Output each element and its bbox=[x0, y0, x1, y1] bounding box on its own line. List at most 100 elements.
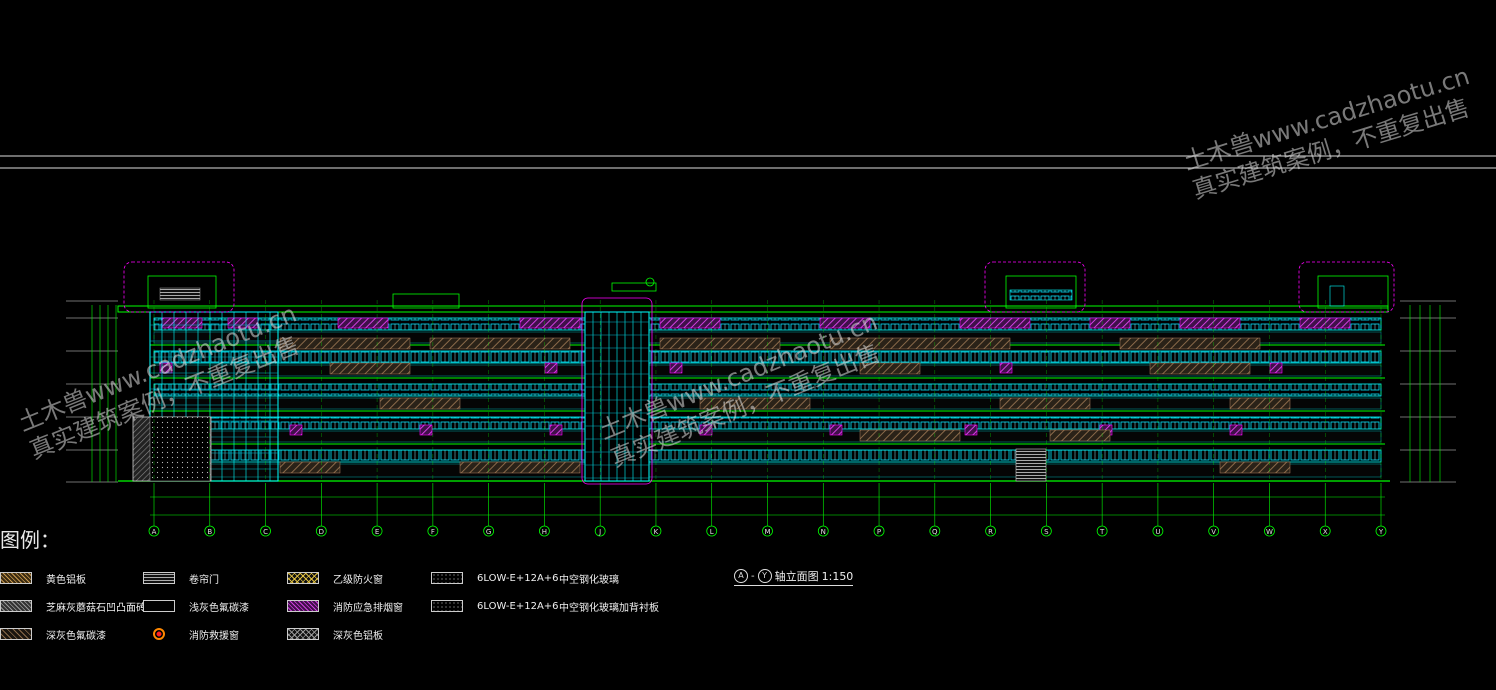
legend-item: 消防救援窗 bbox=[143, 626, 239, 642]
legend-item: 中空钢化玻璃 bbox=[559, 570, 619, 586]
smoke-vent-window bbox=[1269, 362, 1283, 374]
legend-label: 卷帘门 bbox=[189, 574, 219, 586]
axis-label: S bbox=[1044, 528, 1049, 536]
penthouse-right bbox=[1317, 275, 1389, 309]
hatch-panel bbox=[279, 337, 411, 350]
hatch-panel bbox=[1219, 461, 1291, 474]
axis-label: K bbox=[654, 528, 659, 536]
hatch-panel bbox=[329, 362, 411, 375]
smoke-vent-window bbox=[161, 317, 203, 329]
legend-label: 芝麻灰蘑菇石凹凸面砖 bbox=[46, 602, 146, 614]
hatch-panel bbox=[859, 362, 921, 375]
legend-label: 深灰色氟碳漆 bbox=[46, 630, 106, 642]
parapet bbox=[117, 305, 1389, 313]
axis-label: N bbox=[821, 528, 826, 536]
legend-swatch bbox=[0, 600, 32, 612]
axis-bubble-from: A bbox=[734, 569, 748, 583]
legend-label: 消防救援窗 bbox=[189, 630, 239, 642]
legend-label: 中空钢化玻璃加背衬板 bbox=[559, 602, 659, 614]
penthouse-window bbox=[1009, 289, 1073, 301]
axis-label: T bbox=[1099, 528, 1105, 536]
axis-label: X bbox=[1323, 528, 1328, 536]
axis-label: M bbox=[764, 528, 770, 536]
hatch-panel bbox=[279, 461, 341, 474]
smoke-vent-window bbox=[1089, 317, 1131, 329]
legend-label: 黄色铝板 bbox=[46, 574, 86, 586]
atrium-top-box bbox=[611, 282, 657, 292]
legend-swatch bbox=[287, 628, 319, 640]
smoke-vent-window bbox=[1229, 424, 1243, 436]
legend-swatch bbox=[0, 572, 32, 584]
penthouse-door bbox=[1329, 285, 1345, 307]
axis-bubble-to: Y bbox=[757, 569, 772, 583]
hatch-panel bbox=[459, 461, 581, 474]
hatch-panel bbox=[429, 337, 571, 350]
hatch-panel bbox=[829, 337, 1011, 350]
legend-item: 浅灰色氟碳漆 bbox=[143, 598, 249, 614]
legend-swatch bbox=[143, 572, 175, 584]
axis-label: U bbox=[1155, 528, 1160, 536]
axis-label: R bbox=[988, 528, 993, 536]
legend-item: 黄色铝板 bbox=[0, 570, 86, 586]
legend-item: 芝麻灰蘑菇石凹凸面砖 bbox=[0, 598, 146, 614]
legend-label: 乙级防火窗 bbox=[333, 574, 383, 586]
axis-label: Y bbox=[1378, 528, 1384, 536]
legend-item: 消防应急排烟窗 bbox=[287, 598, 403, 614]
drawing-title: A - Y 轴立面图 1:150 bbox=[734, 568, 854, 586]
smoke-vent-window bbox=[519, 317, 581, 329]
legend-swatch bbox=[287, 572, 319, 584]
hatch-panel bbox=[1049, 429, 1111, 442]
drawing-title-text: 轴立面图 bbox=[774, 570, 819, 583]
legend-label: 6LOW-E+12A+6 bbox=[477, 600, 559, 612]
axis-label: Q bbox=[932, 528, 938, 536]
hatch-panel bbox=[1149, 362, 1251, 375]
legend-item: 乙级防火窗 bbox=[287, 570, 383, 586]
legend-item: 6LOW-E+12A+6 bbox=[431, 570, 559, 586]
legend-item: 6LOW-E+12A+6 bbox=[431, 598, 559, 614]
smoke-vent-window bbox=[669, 362, 683, 374]
smoke-vent-window bbox=[829, 424, 843, 436]
smoke-vent-window bbox=[289, 424, 303, 436]
hatch-panel bbox=[1229, 397, 1291, 410]
roller-door bbox=[1015, 448, 1047, 482]
axis-label: P bbox=[877, 528, 881, 536]
legend-swatch bbox=[431, 600, 463, 612]
hatch-panel bbox=[659, 337, 781, 350]
entrance-panel bbox=[149, 416, 211, 482]
building-elevation bbox=[66, 261, 1456, 516]
smoke-vent-window bbox=[964, 424, 978, 436]
axis-label: L bbox=[710, 528, 714, 536]
axis-label: F bbox=[431, 528, 435, 536]
louver bbox=[159, 287, 201, 301]
axis-markers: ABCDEFGHJKLMNPQRSTUVWXY bbox=[148, 483, 1387, 537]
axis-label: E bbox=[375, 528, 379, 536]
elevation-drawing: ABCDEFGHJKLMNPQRSTUVWXY bbox=[0, 155, 1496, 537]
axis-label: J bbox=[598, 528, 601, 536]
legend-item: 深灰色氟碳漆 bbox=[0, 626, 106, 642]
smoke-vent-window bbox=[1179, 317, 1241, 329]
revision-cloud bbox=[984, 261, 1086, 313]
legend-item: 深灰色铝板 bbox=[287, 626, 383, 642]
hatch-panel bbox=[999, 397, 1091, 410]
axis-label: D bbox=[319, 528, 324, 536]
axis-label: A bbox=[152, 528, 157, 536]
axis-label: G bbox=[486, 528, 491, 536]
legend-swatch bbox=[431, 572, 463, 584]
hatch-panel bbox=[379, 397, 461, 410]
smoke-vent-window bbox=[227, 317, 259, 329]
legend-item: 卷帘门 bbox=[143, 570, 219, 586]
axis-label: C bbox=[263, 528, 268, 536]
smoke-vent-window bbox=[544, 362, 558, 374]
legend-label: 6LOW-E+12A+6 bbox=[477, 572, 559, 584]
legend-label: 中空钢化玻璃 bbox=[559, 574, 619, 586]
legend-title: 图例： bbox=[0, 528, 60, 552]
legend-label: 消防应急排烟窗 bbox=[333, 602, 403, 614]
legend-label: 深灰色铝板 bbox=[333, 630, 383, 642]
smoke-vent-window bbox=[659, 317, 721, 329]
legend-swatch bbox=[153, 628, 165, 640]
legend-item: 中空钢化玻璃加背衬板 bbox=[559, 598, 659, 614]
axis-label: W bbox=[1266, 528, 1273, 536]
smoke-vent-window bbox=[419, 424, 433, 436]
legend-swatch bbox=[287, 600, 319, 612]
revision-cloud bbox=[1298, 261, 1395, 313]
